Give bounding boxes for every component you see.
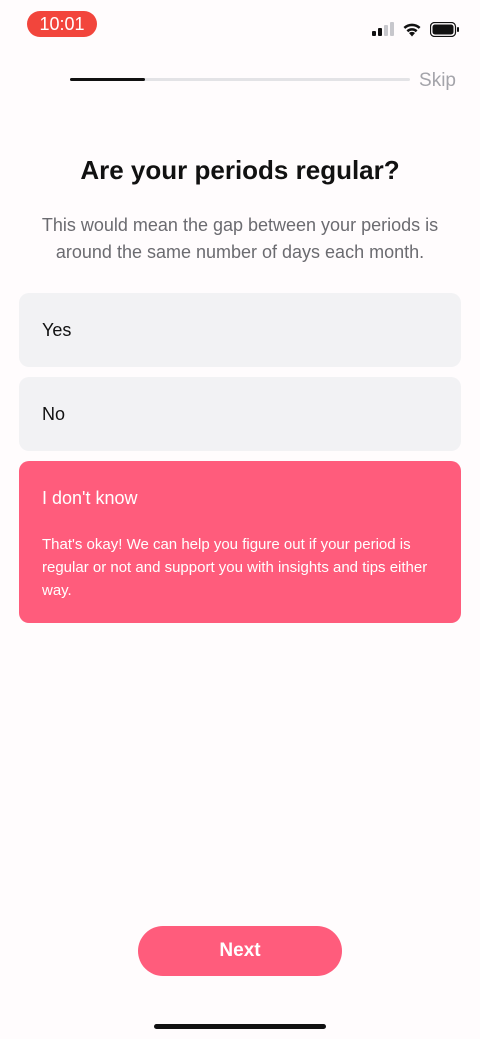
onboarding-progress-bar (70, 78, 410, 81)
option-no[interactable]: No (19, 377, 461, 451)
cellular-signal-icon (372, 22, 394, 36)
option-label: I don't know (42, 488, 138, 508)
option-label: Yes (42, 320, 72, 340)
onboarding-screen: 10:01 Skip Are your periods regular? Thi… (0, 0, 480, 1039)
option-label: No (42, 404, 66, 424)
wifi-icon (403, 23, 421, 36)
option-yes[interactable]: Yes (19, 293, 461, 367)
option-dont-know[interactable]: I don't know That's okay! We can help yo… (19, 461, 461, 623)
progress-fill (70, 78, 145, 81)
question-subtitle: This would mean the gap between your per… (41, 215, 439, 262)
next-button[interactable]: Next (138, 926, 342, 976)
skip-button[interactable]: Skip (419, 70, 456, 92)
status-time[interactable]: 10:01 (27, 11, 97, 37)
status-icons (372, 20, 460, 38)
status-bar: 10:01 (0, 0, 480, 48)
battery-icon (430, 21, 459, 37)
home-indicator (154, 1024, 326, 1029)
question-title: Are your periods regular? (80, 155, 400, 185)
option-description: That's okay! We can help you figure out … (42, 536, 428, 599)
